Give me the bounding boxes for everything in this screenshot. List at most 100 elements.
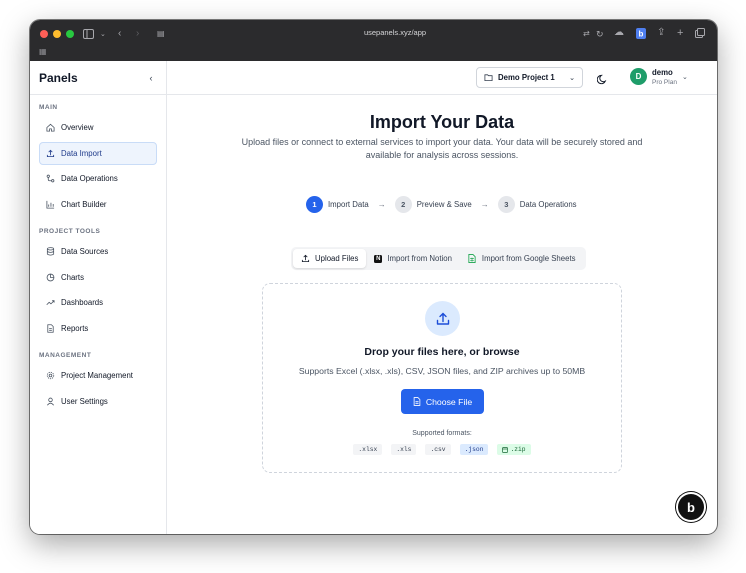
gear-icon (46, 371, 55, 380)
browser-chrome: ⌄ ‹ › ▤ usepanels.xyz/app ⇄ ↻ ☁ b ⇪ + ▦ (30, 20, 717, 61)
topbar: Demo Project 1 ⌄ D demo Pro Plan ⌄ (167, 61, 717, 95)
sidebar-item-label: User Settings (61, 396, 108, 406)
step-label: Import Data (328, 199, 369, 209)
sidebar-item-data-operations[interactable]: Data Operations (39, 167, 157, 190)
format-chip-xlsx: .xlsx (353, 444, 383, 455)
step-number: 1 (306, 195, 323, 213)
sidebar-item-project-management[interactable]: Project Management (39, 364, 157, 387)
step-preview-save: 2 Preview & Save (394, 195, 472, 213)
maximize-window-button[interactable] (66, 30, 74, 38)
app-brand: Panels (39, 70, 78, 85)
sidebar-item-charts[interactable]: Charts (39, 266, 157, 289)
translate-icon[interactable]: ⇄ (583, 29, 590, 39)
format-chip-csv: .csv (425, 444, 451, 455)
share-icon[interactable]: ⇪ (657, 28, 665, 38)
sidebar-item-label: Data Sources (61, 247, 109, 257)
close-window-button[interactable] (40, 30, 48, 38)
browser-window: ⌄ ‹ › ▤ usepanels.xyz/app ⇄ ↻ ☁ b ⇪ + ▦ … (30, 20, 717, 534)
arrow-right-icon: → (480, 199, 489, 209)
chevron-down-icon: ⌄ (569, 74, 575, 82)
trending-up-icon (46, 298, 55, 307)
step-number: 3 (497, 195, 515, 213)
dropzone-subtitle: Supports Excel (.xlsx, .xls), CSV, JSON … (298, 366, 586, 376)
sidebar-item-data-import[interactable]: Data Import (39, 141, 157, 165)
reload-icon[interactable]: ↻ (596, 29, 604, 39)
choose-file-button[interactable]: Choose File (401, 389, 484, 414)
upload-icon (46, 149, 55, 158)
project-name: Demo Project 1 (498, 73, 555, 82)
page-subtitle: Upload files or connect to external serv… (241, 137, 643, 160)
choose-file-label: Choose File (425, 396, 473, 407)
notion-icon: N (374, 254, 383, 263)
format-chip-json: .json (459, 444, 489, 455)
dark-mode-toggle-icon[interactable] (596, 72, 608, 85)
page-title: Import Your Data (369, 112, 515, 132)
shield-extension-icon[interactable]: b (636, 28, 646, 42)
sidebar-item-label: Dashboards (61, 298, 104, 308)
database-icon (46, 247, 55, 256)
arrow-right-icon: → (377, 199, 386, 209)
step-number: 2 (394, 195, 412, 213)
sidebar-item-chart-builder[interactable]: Chart Builder (39, 193, 157, 216)
step-label: Preview & Save (416, 199, 472, 209)
window-controls (40, 30, 74, 38)
supported-formats-label: Supported formats: (412, 430, 472, 437)
sidebar-section-management: MANAGEMENT (39, 352, 92, 360)
url-text: usepanels.xyz/app (363, 28, 427, 37)
tab-label: Upload Files (315, 254, 359, 263)
svg-text:b: b (639, 30, 644, 39)
chevron-down-icon[interactable]: ⌄ (682, 73, 688, 81)
chevron-down-icon[interactable]: ⌄ (100, 30, 106, 40)
pie-chart-icon (46, 273, 55, 282)
step-import-data: 1 Import Data (306, 195, 369, 213)
bar-chart-icon (46, 200, 55, 209)
format-chip-xls: .xls (391, 444, 417, 455)
sidebar-item-reports[interactable]: Reports (39, 317, 157, 340)
user-name: demo (652, 68, 673, 77)
sidebar-item-label: Charts (61, 272, 84, 282)
tab-import-google-sheets[interactable]: Import from Google Sheets (460, 249, 584, 268)
collapse-sidebar-icon[interactable]: ‹ (145, 73, 157, 83)
sidebar-item-label: Reports (61, 324, 89, 334)
project-selector[interactable]: Demo Project 1 ⌄ (476, 67, 583, 88)
sidebar-item-label: Chart Builder (61, 200, 107, 210)
home-icon (46, 123, 55, 132)
format-chip-zip: .zip (497, 444, 531, 455)
import-source-tabs: Upload Files N Import from Notion Import… (291, 247, 586, 270)
tab-strip-icon[interactable]: ▦ (39, 47, 47, 56)
tab-upload-files[interactable]: Upload Files (293, 249, 367, 268)
file-dropzone[interactable]: Drop your files here, or browse Supports… (262, 283, 622, 473)
forward-arrow-icon[interactable]: › (136, 29, 139, 39)
tab-overview-icon[interactable] (695, 28, 705, 41)
new-tab-icon[interactable]: + (677, 28, 683, 39)
tab-label: Import from Google Sheets (481, 254, 576, 263)
minimize-window-button[interactable] (53, 30, 61, 38)
tab-label: Import from Notion (387, 254, 452, 263)
folder-icon (484, 73, 493, 82)
avatar[interactable]: D (630, 68, 647, 85)
sidebar-item-dashboards[interactable]: Dashboards (39, 291, 157, 314)
sidebar-section-main: MAIN (39, 104, 58, 111)
file-icon (413, 397, 421, 406)
sidebar-item-user-settings[interactable]: User Settings (39, 390, 157, 413)
sidebar-item-overview[interactable]: Overview (39, 116, 157, 139)
user-icon (46, 397, 55, 406)
sidebar-section-project-tools: PROJECT TOOLS (39, 228, 101, 236)
sidebar-item-label: Data Import (61, 148, 102, 158)
step-data-operations: 3 Data Operations (497, 195, 577, 213)
sidebar-header: Panels ‹ (30, 61, 166, 95)
sidebar-item-label: Data Operations (61, 174, 118, 184)
upload-icon (425, 301, 460, 336)
cloud-icon[interactable]: ☁ (614, 28, 624, 38)
main-content: Demo Project 1 ⌄ D demo Pro Plan ⌄ Impor… (167, 61, 717, 534)
sidebar-toggle-icon[interactable] (83, 29, 94, 42)
back-arrow-icon[interactable]: ‹ (118, 29, 121, 39)
archive-icon (502, 446, 509, 453)
upload-icon (301, 254, 310, 263)
user-plan: Pro Plan (652, 79, 677, 86)
tab-import-notion[interactable]: N Import from Notion (366, 249, 460, 268)
sidebar-item-data-sources[interactable]: Data Sources (39, 240, 157, 263)
google-sheets-icon (468, 254, 477, 263)
address-bar[interactable]: usepanels.xyz/app (150, 26, 640, 42)
floating-help-badge[interactable]: b (678, 494, 704, 520)
